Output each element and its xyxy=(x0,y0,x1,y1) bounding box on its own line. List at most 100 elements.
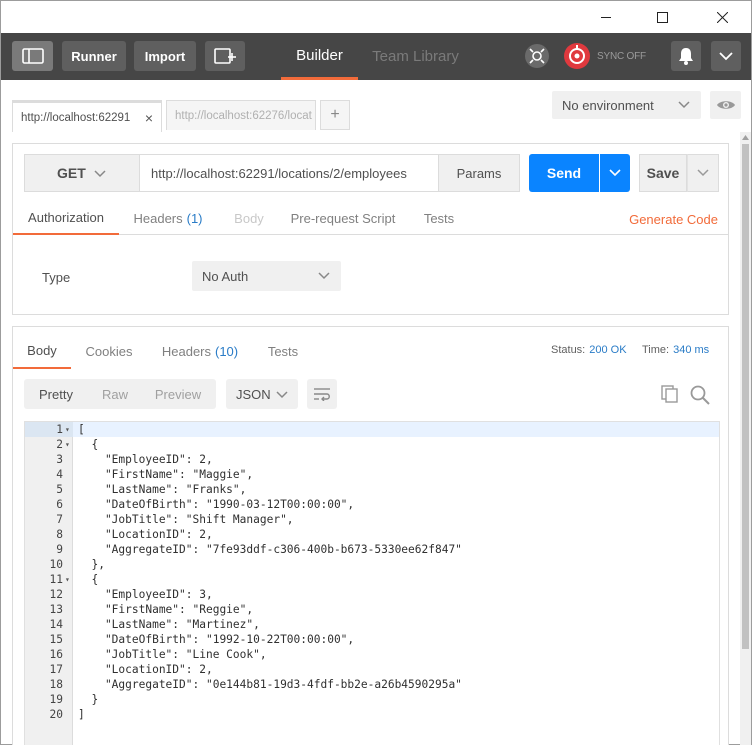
code-line: 2 ▾ { xyxy=(25,437,719,452)
bell-icon xyxy=(679,48,693,65)
chevron-down-icon xyxy=(318,272,330,280)
window-scrollbar[interactable] xyxy=(740,132,751,745)
response-body-editor[interactable]: 1 ▾[2 ▾ {3 "EmployeeID": 2, 4 "FirstName": … xyxy=(24,421,720,745)
runner-button[interactable]: Runner xyxy=(62,41,126,71)
tab-team-library[interactable]: Team Library xyxy=(367,33,464,80)
toggle-sidebar-button[interactable] xyxy=(12,41,53,71)
tab-label: Headers xyxy=(161,343,211,359)
url-input[interactable]: http://localhost:62291/locations/2/emplo… xyxy=(139,154,439,192)
code-line: 13 "FirstName": "Reggie", xyxy=(25,602,719,617)
tab-response-body[interactable]: Body xyxy=(13,333,71,369)
wrap-lines-button[interactable] xyxy=(307,379,337,409)
code-text: "FirstName": "Reggie", xyxy=(78,603,254,616)
response-status: Status: 200 OK xyxy=(551,344,627,356)
fold-toggle-icon[interactable]: ▾ xyxy=(65,572,70,587)
code-line: 9 "AggregateID": "7fe93ddf-c306-400b-b67… xyxy=(25,542,719,557)
http-method-select[interactable]: GET xyxy=(24,154,140,192)
code-line: 18 "AggregateID": "0e144b81-19d3-4fdf-bb… xyxy=(25,677,719,692)
code-text: [ xyxy=(78,423,85,436)
close-window-button[interactable] xyxy=(699,1,745,33)
pretty-view-button[interactable]: Pretty xyxy=(24,379,88,409)
line-number: 4 xyxy=(56,468,63,481)
request-builder-panel: GET http://localhost:62291/locations/2/e… xyxy=(12,143,729,315)
copy-icon xyxy=(661,385,678,403)
send-button[interactable]: Send xyxy=(529,154,599,192)
save-button[interactable]: Save xyxy=(639,154,687,192)
code-line: 19 } xyxy=(25,692,719,707)
eye-icon xyxy=(716,101,735,109)
line-number: 14 xyxy=(49,618,63,631)
code-line: 5 "LastName": "Franks", xyxy=(25,482,719,497)
tab-authorization[interactable]: Authorization xyxy=(13,202,119,235)
save-options-button[interactable] xyxy=(687,154,719,192)
tab-response-headers[interactable]: Headers (10) xyxy=(156,333,244,369)
scrollbar-thumb[interactable] xyxy=(742,144,749,649)
window-title-bar xyxy=(1,1,751,33)
tab-response-cookies[interactable]: Cookies xyxy=(79,333,139,369)
close-tab-icon[interactable]: × xyxy=(145,110,153,126)
import-button[interactable]: Import xyxy=(134,41,196,71)
add-tab-button[interactable]: + xyxy=(320,100,350,130)
environment-quick-look-button[interactable] xyxy=(710,91,741,119)
request-tab-active[interactable]: http://localhost:62291 × xyxy=(12,100,162,132)
minimize-button[interactable] xyxy=(583,1,629,33)
line-number: 18 xyxy=(49,678,63,691)
satellite-icon xyxy=(525,44,549,68)
code-line: 10 }, xyxy=(25,557,719,572)
app-header: Runner Import Builder Team Library SYNC … xyxy=(1,33,751,80)
line-number: 10 xyxy=(49,558,63,571)
preview-view-button[interactable]: Preview xyxy=(142,379,214,409)
new-window-button[interactable] xyxy=(205,41,245,71)
code-text: "DateOfBirth": "1990-03-12T00:00:00", xyxy=(78,498,355,511)
tab-prerequest-script[interactable]: Pre-request Script xyxy=(287,202,399,235)
generate-code-link[interactable]: Generate Code xyxy=(629,212,718,227)
search-response-button[interactable] xyxy=(689,384,711,406)
minimize-icon xyxy=(601,17,611,18)
tab-request-tests[interactable]: Tests xyxy=(417,202,461,235)
tab-response-tests[interactable]: Tests xyxy=(263,333,303,369)
params-button[interactable]: Params xyxy=(438,154,520,192)
response-format-value: JSON xyxy=(236,386,271,402)
code-text: "LastName": "Martinez", xyxy=(78,618,260,631)
code-text: ] xyxy=(78,708,85,721)
line-number: 9 xyxy=(56,543,63,556)
environment-select[interactable]: No environment xyxy=(552,91,701,119)
tab-request-headers[interactable]: Headers (1) xyxy=(127,202,209,235)
request-tab-inactive[interactable]: http://localhost:62276/locat xyxy=(166,100,316,130)
code-text: "DateOfBirth": "1992-10-22T00:00:00", xyxy=(78,633,355,646)
fold-toggle-icon[interactable]: ▾ xyxy=(65,422,70,437)
new-window-icon xyxy=(214,48,236,64)
code-text: }, xyxy=(78,558,105,571)
response-tabs: Body Cookies Headers (10) Tests Status: 20… xyxy=(13,327,728,369)
response-panel: Body Cookies Headers (10) Tests Status: 20… xyxy=(12,326,729,745)
notifications-button[interactable] xyxy=(671,41,701,71)
line-number: 17 xyxy=(49,663,63,676)
send-options-button[interactable] xyxy=(600,154,630,192)
code-text: { xyxy=(78,438,99,451)
line-number: 20 xyxy=(49,708,63,721)
line-number: 5 xyxy=(56,483,63,496)
code-text: "EmployeeID": 2, xyxy=(78,453,213,466)
maximize-icon xyxy=(656,11,668,23)
chevron-down-icon xyxy=(609,169,621,177)
interceptor-button[interactable] xyxy=(522,41,552,71)
time-value: 340 ms xyxy=(673,344,710,356)
line-number: 8 xyxy=(56,528,63,541)
raw-view-button[interactable]: Raw xyxy=(88,379,142,409)
code-line: 6 "DateOfBirth": "1990-03-12T00:00:00", xyxy=(25,497,719,512)
tab-builder[interactable]: Builder xyxy=(281,33,358,80)
maximize-button[interactable] xyxy=(639,1,685,33)
code-line: 11 ▾ { xyxy=(25,572,719,587)
sync-status-label: SYNC OFF xyxy=(597,51,646,62)
settings-menu-button[interactable] xyxy=(711,41,741,71)
response-format-select[interactable]: JSON xyxy=(226,379,298,409)
tab-request-body[interactable]: Body xyxy=(227,202,271,235)
auth-type-select[interactable]: No Auth xyxy=(192,261,341,291)
line-number: 2 xyxy=(56,438,63,451)
scroll-up-arrow[interactable] xyxy=(740,132,751,143)
sync-status-button[interactable] xyxy=(562,41,592,71)
status-value: 200 OK xyxy=(589,344,627,356)
line-number: 13 xyxy=(49,603,63,616)
copy-response-button[interactable] xyxy=(660,384,680,404)
fold-toggle-icon[interactable]: ▾ xyxy=(65,437,70,452)
